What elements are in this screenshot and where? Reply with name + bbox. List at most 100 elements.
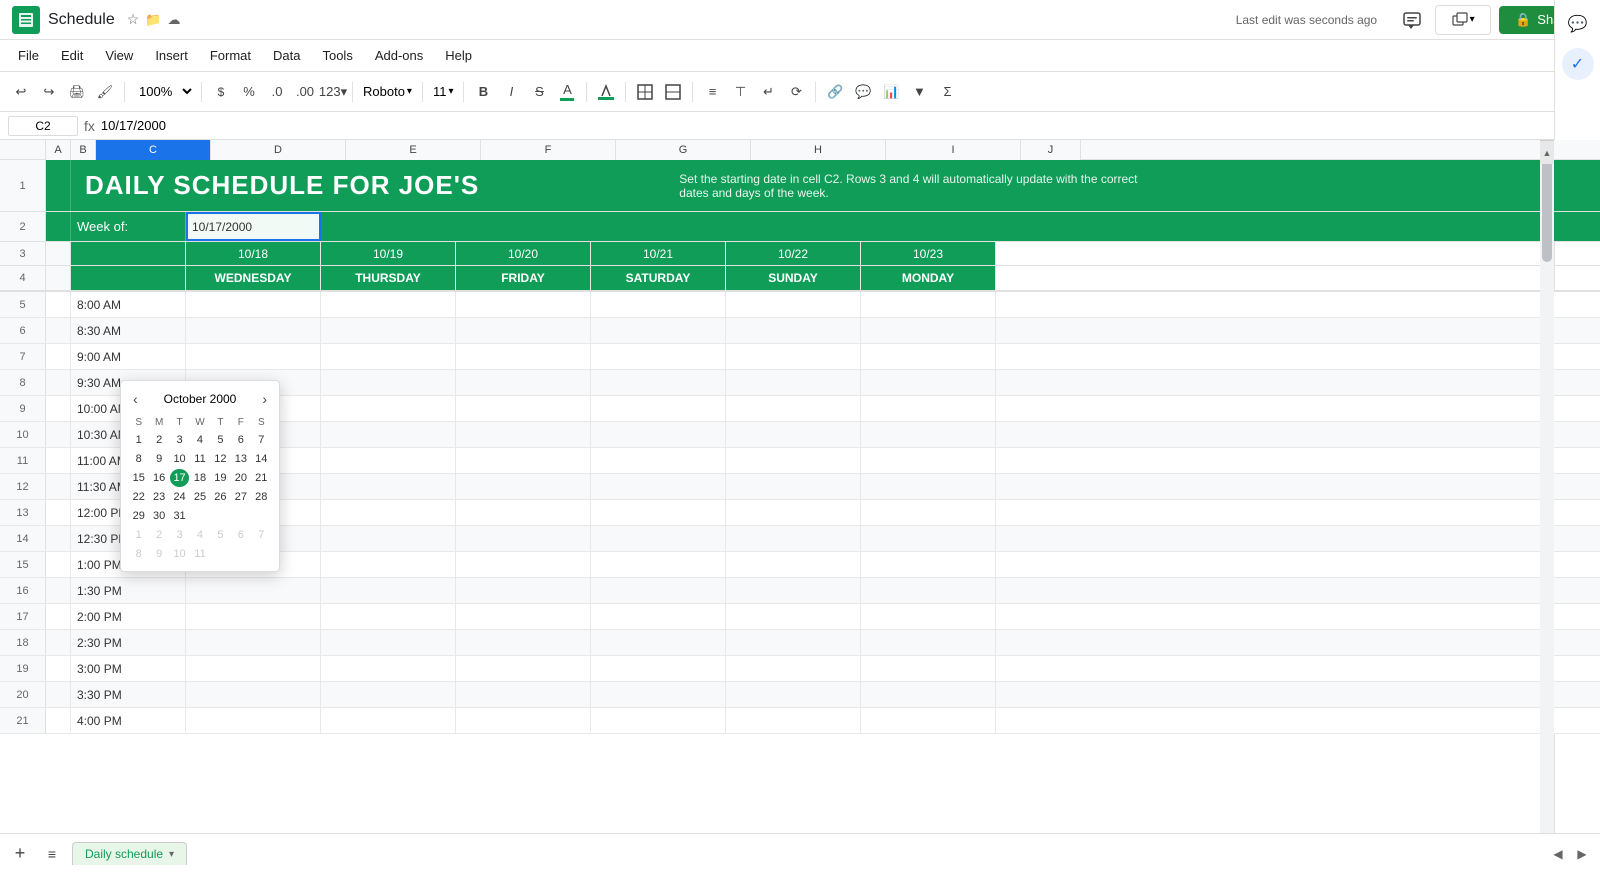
cal-day-cell[interactable]: 1 [129,431,148,449]
cell-fri-15[interactable] [456,552,591,577]
cell-sun-10[interactable] [726,422,861,447]
cell-mon-18[interactable] [861,630,996,655]
cal-day-cell-next2[interactable]: 10 [170,545,189,563]
redo-button[interactable]: ↪ [36,79,62,105]
cell-mon-8[interactable] [861,370,996,395]
cell-thu-17[interactable] [321,604,456,629]
menu-edit[interactable]: Edit [51,44,93,67]
cell-wed-6[interactable] [186,318,321,343]
cell-sat-18[interactable] [591,630,726,655]
selected-date-cell[interactable]: 10/17/2000 [186,212,321,241]
cal-day-cell-next2[interactable]: 6 [231,526,250,544]
cell-thu-6[interactable] [321,318,456,343]
cal-day-cell-next2[interactable]: 9 [149,545,168,563]
cell-mon-20[interactable] [861,682,996,707]
cell-sun-19[interactable] [726,656,861,681]
cell-fri-9[interactable] [456,396,591,421]
cell-mon-5[interactable] [861,292,996,317]
number-format-button[interactable]: 123▾ [320,79,346,105]
col-header-i[interactable]: I [886,140,1021,160]
menu-view[interactable]: View [95,44,143,67]
add-sheet-button[interactable]: + [8,842,32,866]
cell-fri-21[interactable] [456,708,591,733]
cal-day-cell-next[interactable]: 1 [129,526,148,544]
comments-button[interactable] [1397,5,1427,35]
decimal-increase-button[interactable]: .00 [292,79,318,105]
history-button[interactable]: ▾ [1435,5,1491,35]
cell-thu-13[interactable] [321,500,456,525]
cell-sat-14[interactable] [591,526,726,551]
merge-button[interactable] [660,79,686,105]
link-button[interactable]: 🔗 [822,79,848,105]
cell-sun-6[interactable] [726,318,861,343]
text-wrap-button[interactable]: ↵ [755,79,781,105]
folder-icon[interactable]: 📁 [145,12,161,28]
cell-sat-15[interactable] [591,552,726,577]
cal-day-cell-next[interactable]: 3 [170,526,189,544]
cell-sun-16[interactable] [726,578,861,603]
valign-button[interactable]: ⊤ [727,79,753,105]
cal-day-cell-next2[interactable]: 5 [211,526,230,544]
undo-button[interactable]: ↩ [8,79,34,105]
cell-mon-7[interactable] [861,344,996,369]
menu-data[interactable]: Data [263,44,310,67]
cell-fri-16[interactable] [456,578,591,603]
cal-day-cell[interactable]: 14 [252,450,271,468]
cell-sun-18[interactable] [726,630,861,655]
nav-left-button[interactable]: ◀ [1548,844,1568,864]
function-button[interactable]: Σ [934,79,960,105]
cell-sat-6[interactable] [591,318,726,343]
cell-thu-19[interactable] [321,656,456,681]
cell-wed-17[interactable] [186,604,321,629]
cell-thu-21[interactable] [321,708,456,733]
cal-day-cell-next2[interactable]: 11 [190,545,209,563]
cell-thu-15[interactable] [321,552,456,577]
cell-thu-20[interactable] [321,682,456,707]
borders-button[interactable] [632,79,658,105]
cell-mon-11[interactable] [861,448,996,473]
cell-mon-10[interactable] [861,422,996,447]
cell-mon-12[interactable] [861,474,996,499]
cell-fri-7[interactable] [456,344,591,369]
cell-mon-13[interactable] [861,500,996,525]
nav-right-button[interactable]: ▶ [1572,844,1592,864]
cell-thu-5[interactable] [321,292,456,317]
cal-day-cell[interactable]: 28 [252,488,271,506]
cal-day-cell[interactable]: 12 [211,450,230,468]
cal-day-cell[interactable]: 7 [252,431,271,449]
cal-day-cell[interactable]: 2 [149,431,168,449]
cell-mon-21[interactable] [861,708,996,733]
cell-thu-10[interactable] [321,422,456,447]
cal-day-cell-next2[interactable]: 7 [252,526,271,544]
font-selector[interactable]: Roboto ▾ [359,82,416,101]
cell-sun-5[interactable] [726,292,861,317]
col-header-f[interactable]: F [481,140,616,160]
cell-sat-17[interactable] [591,604,726,629]
cal-day-cell[interactable]: 30 [149,507,168,525]
cloud-icon[interactable]: ☁ [167,12,180,28]
cell-thu-16[interactable] [321,578,456,603]
text-rotate-button[interactable]: ⟳ [783,79,809,105]
cell-sat-13[interactable] [591,500,726,525]
cell-fri-20[interactable] [456,682,591,707]
daily-schedule-tab[interactable]: Daily schedule ▾ [72,842,187,865]
cal-day-cell[interactable]: 25 [190,488,209,506]
v-scrollbar[interactable] [1540,140,1554,833]
cell-fri-13[interactable] [456,500,591,525]
cal-day-cell[interactable]: 11 [190,450,209,468]
sheet-menu-button[interactable]: ≡ [40,842,64,866]
cell-thu-9[interactable] [321,396,456,421]
cal-day-cell-next[interactable]: 4 [190,526,209,544]
cell-sat-20[interactable] [591,682,726,707]
cal-day-cell[interactable]: 15 [129,469,148,487]
formula-input[interactable] [101,118,1592,133]
cell-wed-18[interactable] [186,630,321,655]
cal-day-cell[interactable]: 27 [231,488,250,506]
chat-panel-btn[interactable]: 💬 [1562,8,1594,40]
cell-wed-16[interactable] [186,578,321,603]
currency-button[interactable]: $ [208,79,234,105]
cell-reference-input[interactable] [8,116,78,136]
cell-thu-14[interactable] [321,526,456,551]
cell-fri-6[interactable] [456,318,591,343]
cal-day-cell[interactable]: 26 [211,488,230,506]
